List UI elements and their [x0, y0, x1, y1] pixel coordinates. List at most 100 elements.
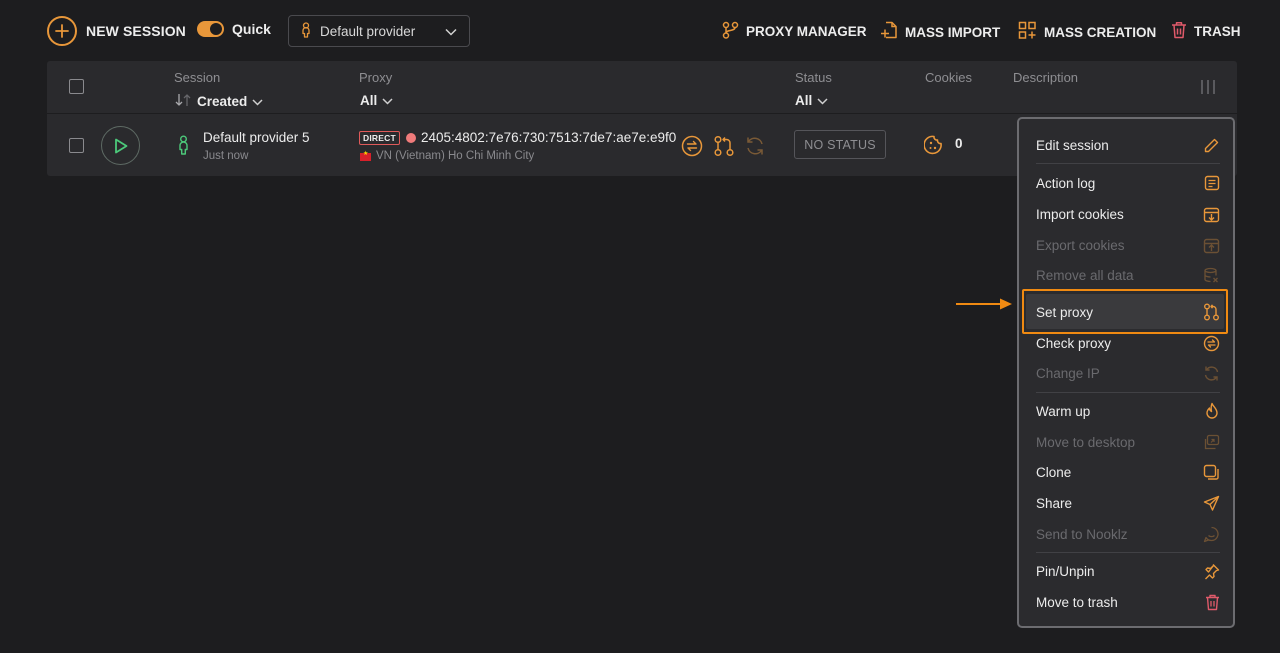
export-box-icon — [1203, 237, 1220, 254]
change-ip-icon — [744, 135, 766, 162]
send-icon — [1203, 495, 1220, 512]
toggle-switch[interactable] — [197, 21, 224, 37]
chevron-down-icon — [252, 94, 263, 109]
database-remove-icon — [1203, 267, 1220, 284]
menu-divider — [1036, 552, 1220, 553]
select-all-checkbox[interactable] — [69, 79, 84, 94]
pointer-arrow-icon — [956, 298, 1012, 310]
session-sort-label: Created — [197, 94, 248, 109]
proxy-type-badge: DIRECT — [359, 131, 400, 145]
toolbar: NEW SESSION Quick Default provider PROXY… — [0, 0, 1280, 62]
menu-item-remove-all-data: Remove all data — [1036, 264, 1220, 286]
proxy-status-dot — [406, 133, 416, 143]
vietnam-flag-icon — [360, 150, 371, 161]
menu-item-label: Set proxy — [1036, 304, 1094, 320]
menu-item-share[interactable]: Share — [1036, 492, 1220, 514]
menu-item-label: Pin/Unpin — [1036, 563, 1095, 579]
menu-item-warm-up[interactable]: Warm up — [1036, 400, 1220, 422]
new-session-label: NEW SESSION — [86, 23, 186, 39]
trash-button[interactable]: TRASH — [1171, 21, 1241, 42]
menu-item-change-ip: Change IP — [1036, 362, 1220, 384]
plus-icon — [47, 16, 77, 46]
menu-item-label: Change IP — [1036, 365, 1100, 381]
header-status: Status — [795, 70, 832, 85]
cookies-count: 0 — [955, 136, 963, 151]
table-header: Session Created Proxy All Status All Coo… — [47, 61, 1237, 114]
proxy-ip[interactable]: 2405:4802:7e76:730:7513:7de7:ae7e:e9f0 — [421, 130, 676, 145]
trash-icon — [1171, 21, 1187, 42]
status-filter-label: All — [795, 93, 813, 108]
proxy-filter[interactable]: All — [360, 93, 393, 108]
menu-item-import-cookies[interactable]: Import cookies — [1036, 203, 1220, 225]
session-sort[interactable]: Created — [174, 93, 263, 110]
columns-icon[interactable] — [1200, 79, 1216, 100]
session-name[interactable]: Default provider 5 — [203, 130, 310, 145]
sort-icon — [174, 93, 192, 110]
log-icon — [1204, 175, 1220, 191]
proxy-manager-button[interactable]: PROXY MANAGER — [722, 21, 867, 42]
session-context-menu: Edit session Action log Import cookies E… — [1017, 117, 1235, 628]
menu-item-send-to-nooklz: Send to Nooklz — [1036, 523, 1220, 545]
header-cookies: Cookies — [925, 70, 972, 85]
menu-item-label: Remove all data — [1036, 267, 1134, 283]
menu-item-edit-session[interactable]: Edit session — [1036, 134, 1220, 156]
pin-icon — [1203, 563, 1220, 580]
proxy-location: VN (Vietnam) Ho Chi Minh City — [376, 150, 535, 162]
proxy-route-icon — [1203, 303, 1220, 321]
play-icon — [114, 138, 127, 153]
proxy-route-icon — [722, 21, 739, 42]
menu-item-label: Edit session — [1036, 137, 1109, 153]
mass-import-label: MASS IMPORT — [905, 24, 1001, 40]
status-badge[interactable]: NO STATUS — [794, 130, 886, 159]
menu-item-label: Move to trash — [1036, 594, 1118, 610]
menu-item-label: Clone — [1036, 464, 1072, 480]
mass-import-button[interactable]: MASS IMPORT — [880, 21, 1000, 43]
header-description: Description — [1013, 70, 1079, 85]
menu-item-label: Export cookies — [1036, 237, 1125, 253]
menu-item-label: Move to desktop — [1036, 434, 1136, 450]
pencil-icon — [1203, 137, 1220, 154]
menu-item-label: Check proxy — [1036, 335, 1112, 351]
cookie-icon — [923, 135, 944, 160]
row-checkbox[interactable] — [69, 138, 84, 153]
chevron-down-icon — [445, 24, 457, 39]
menu-item-set-proxy[interactable]: Set proxy — [1036, 301, 1220, 323]
menu-item-label: Share — [1036, 495, 1073, 511]
menu-item-action-log[interactable]: Action log — [1036, 172, 1220, 194]
new-session-button[interactable]: NEW SESSION — [47, 16, 186, 46]
menu-divider — [1036, 392, 1220, 393]
session-created: Just now — [203, 150, 249, 162]
flame-icon — [1204, 402, 1220, 420]
desktop-copy-icon — [1203, 434, 1220, 451]
menu-item-label: Action log — [1036, 175, 1096, 191]
menu-item-move-to-desktop: Move to desktop — [1036, 431, 1220, 453]
menu-item-pin-unpin[interactable]: Pin/Unpin — [1036, 560, 1220, 582]
menu-item-export-cookies: Export cookies — [1036, 234, 1220, 256]
proxy-manager-label: PROXY MANAGER — [746, 24, 867, 39]
provider-dropdown[interactable]: Default provider — [288, 15, 470, 47]
set-proxy-icon[interactable] — [713, 135, 735, 162]
menu-divider — [1036, 163, 1220, 164]
menu-item-check-proxy[interactable]: Check proxy — [1036, 332, 1220, 354]
trash-icon — [1205, 594, 1220, 611]
check-proxy-icon[interactable] — [681, 135, 703, 162]
chevron-down-icon — [817, 93, 828, 108]
person-icon — [178, 135, 189, 160]
clone-icon — [1203, 464, 1220, 481]
proxy-filter-label: All — [360, 93, 378, 108]
import-box-icon — [1203, 206, 1220, 223]
chevron-down-icon — [382, 93, 393, 108]
mass-creation-label: MASS CREATION — [1044, 24, 1157, 40]
trash-label: TRASH — [1194, 24, 1241, 39]
file-import-icon — [880, 21, 898, 43]
quick-label: Quick — [232, 21, 271, 37]
status-filter[interactable]: All — [795, 93, 828, 108]
menu-item-move-to-trash[interactable]: Move to trash — [1036, 591, 1220, 613]
menu-item-label: Warm up — [1036, 403, 1091, 419]
person-icon — [301, 21, 311, 41]
menu-item-clone[interactable]: Clone — [1036, 461, 1220, 483]
mass-creation-button[interactable]: MASS CREATION — [1018, 21, 1156, 43]
quick-toggle[interactable]: Quick — [197, 21, 271, 37]
play-button[interactable] — [101, 126, 140, 165]
swap-circle-icon — [1203, 335, 1220, 352]
